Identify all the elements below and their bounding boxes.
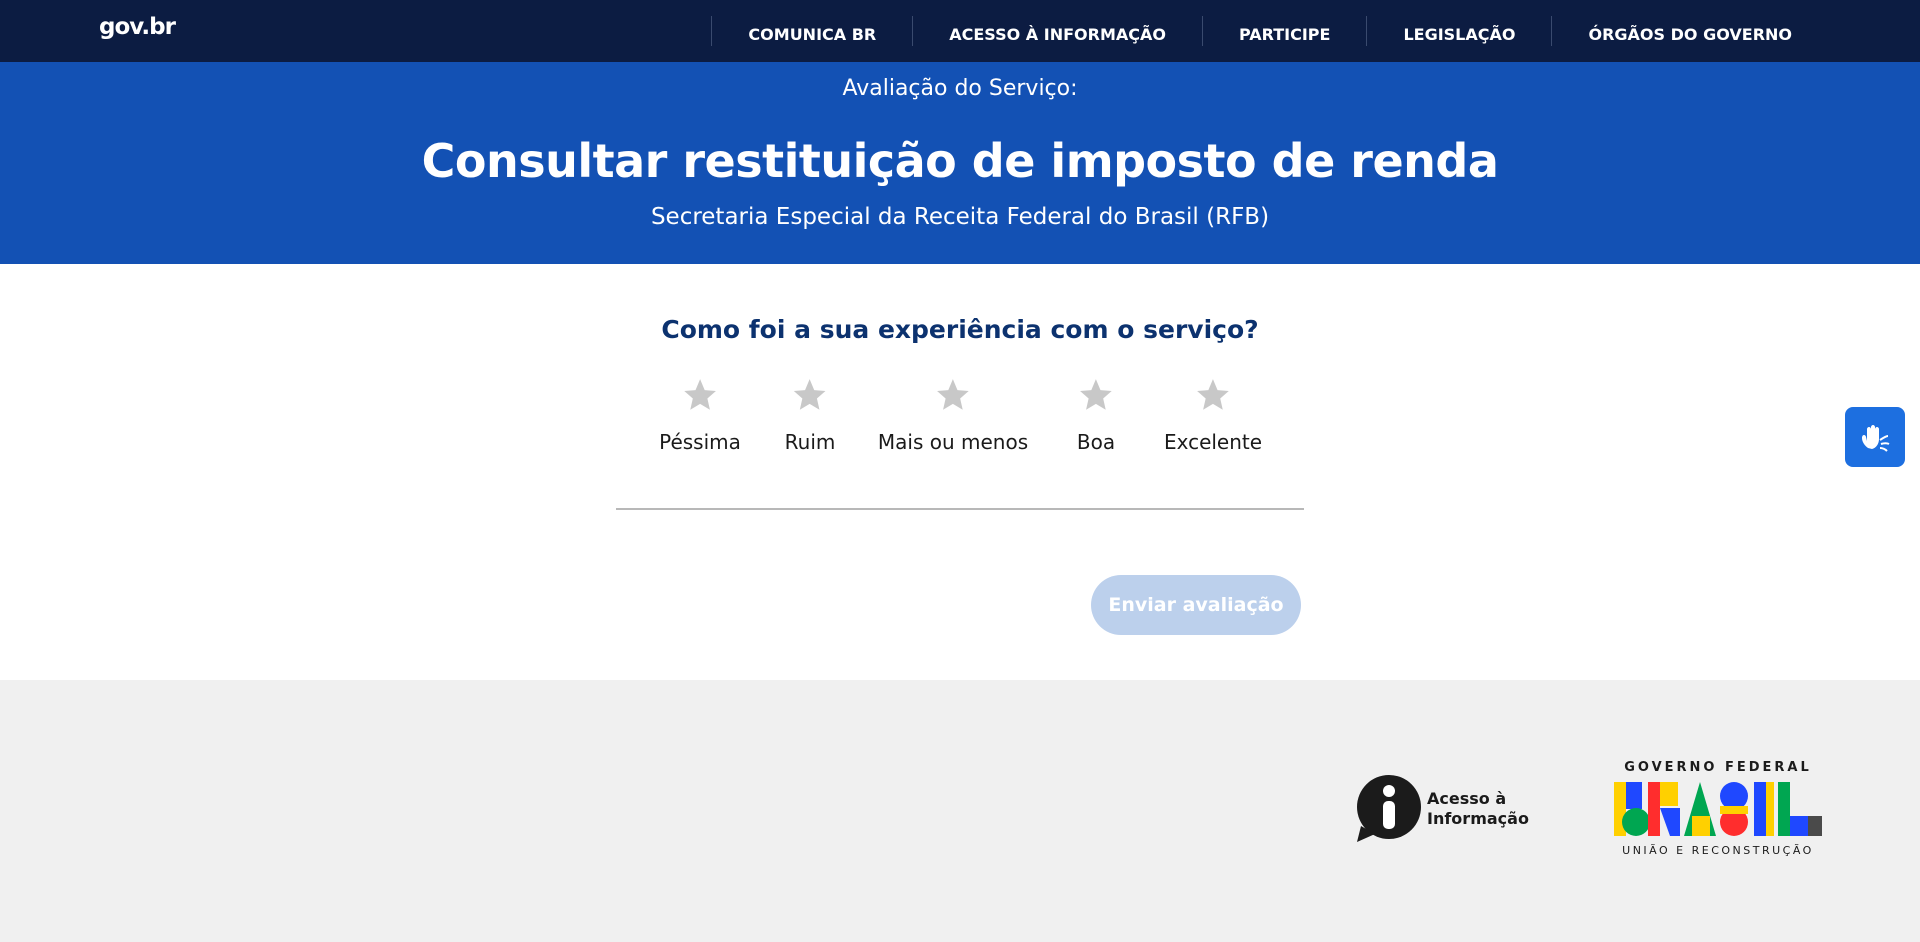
rating-label: Péssima <box>659 430 741 454</box>
acesso-informacao-label: Acesso à Informação <box>1427 789 1529 829</box>
sign-language-hands-icon <box>1862 425 1890 452</box>
star-icon <box>794 379 826 410</box>
page-title: Consultar restituição de imposto de rend… <box>421 134 1499 188</box>
acesso-informacao-line2: Informação <box>1427 809 1529 828</box>
star-icon <box>1197 379 1229 410</box>
nav-item-legislacao[interactable]: LEGISLAÇÃO <box>1367 0 1551 62</box>
acesso-informacao-line1: Acesso à <box>1427 789 1507 808</box>
service-hero: Avaliação do Serviço: Consultar restitui… <box>0 62 1920 264</box>
brand-bottom-text: UNIÃO E RECONSTRUÇÃO <box>1622 844 1814 857</box>
vlibras-widget-button[interactable] <box>1845 407 1905 467</box>
hero-subtitle: Secretaria Especial da Receita Federal d… <box>650 204 1270 230</box>
rating-option-ruim[interactable]: Ruim <box>784 376 836 454</box>
star-rating: Péssima Ruim Mais ou menos Boa Excelente <box>0 376 1920 466</box>
top-bar: gov.br COMUNICA BR ACESSO À INFORMAÇÃO P… <box>0 0 1920 62</box>
page-footer: Acesso à Informação GOVERNO FEDERAL UNIÃ… <box>0 680 1920 942</box>
acesso-informacao-link[interactable]: Acesso à Informação <box>1355 774 1529 844</box>
rating-option-mais-ou-menos[interactable]: Mais ou menos <box>878 376 1028 454</box>
hero-kicker: Avaliação do Serviço: <box>842 76 1078 101</box>
submit-rating-button[interactable]: Enviar avaliação <box>1091 575 1301 635</box>
divider-line <box>616 508 1304 510</box>
star-icon <box>937 379 969 410</box>
star-icon <box>684 379 716 410</box>
info-icon <box>1357 775 1421 842</box>
rating-label: Excelente <box>1163 430 1263 454</box>
star-icon <box>1080 379 1112 410</box>
rating-label: Ruim <box>784 430 836 454</box>
govbr-logo[interactable]: gov.br <box>99 14 176 40</box>
nav-item-acesso-informacao[interactable]: ACESSO À INFORMAÇÃO <box>913 0 1202 62</box>
brasil-logo-mark <box>1614 782 1822 836</box>
rating-label: Boa <box>1076 430 1116 454</box>
governo-federal-brand: GOVERNO FEDERAL UNIÃO E RECONSTRUÇÃO <box>1614 760 1822 858</box>
brand-top-text: GOVERNO FEDERAL <box>1624 760 1812 775</box>
nav-item-orgaos-governo[interactable]: ÓRGÃOS DO GOVERNO <box>1552 0 1828 62</box>
rating-option-excelente[interactable]: Excelente <box>1164 376 1262 454</box>
rating-option-boa[interactable]: Boa <box>1077 376 1115 454</box>
main-nav: COMUNICA BR ACESSO À INFORMAÇÃO PARTICIP… <box>711 0 1828 62</box>
rating-section: Como foi a sua experiência com o serviço… <box>0 264 1920 680</box>
nav-item-comunica-br[interactable]: COMUNICA BR <box>712 0 912 62</box>
rating-option-pessima[interactable]: Péssima <box>659 376 741 454</box>
rating-question: Como foi a sua experiência com o serviço… <box>661 315 1259 344</box>
nav-item-participe[interactable]: PARTICIPE <box>1203 0 1366 62</box>
rating-label: Mais ou menos <box>877 430 1029 454</box>
